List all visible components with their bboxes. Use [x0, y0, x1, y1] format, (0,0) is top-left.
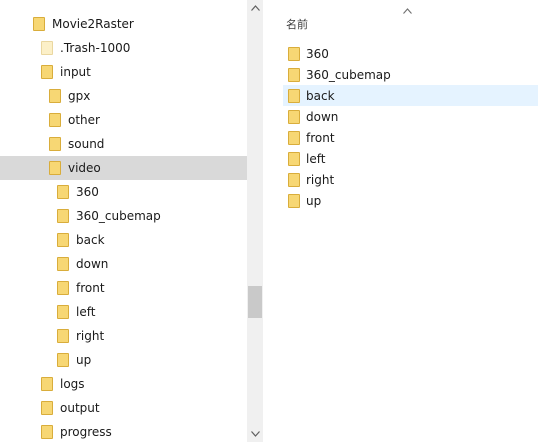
tree-item-label: .Trash-1000: [60, 41, 131, 55]
folder-icon: [41, 65, 53, 79]
tree-item-left[interactable]: left: [0, 300, 247, 324]
folder-icon: [288, 173, 300, 187]
tree-item-label: down: [76, 257, 109, 271]
list-item-label: front: [306, 131, 335, 145]
folder-icon: [288, 47, 300, 61]
folder-icon: [41, 377, 53, 391]
tree-item-label: 360: [76, 185, 99, 199]
list-item-label: down: [306, 110, 339, 124]
list-item-right[interactable]: right: [283, 169, 538, 190]
folder-icon: [288, 89, 300, 103]
tree-item-label: progress: [60, 425, 112, 439]
tree-item-output[interactable]: output: [0, 396, 247, 420]
folder-icon: [49, 89, 61, 103]
tree-item-label: right: [76, 329, 105, 343]
folder-icon: [41, 41, 53, 55]
tree-item-trash[interactable]: .Trash-1000: [0, 36, 247, 60]
tree-item-progress[interactable]: progress: [0, 420, 247, 442]
tree-item-back[interactable]: back: [0, 228, 247, 252]
tree-item-label: front: [76, 281, 105, 295]
tree-item-label: left: [76, 305, 96, 319]
folder-icon: [57, 257, 69, 271]
folder-icon: [57, 281, 69, 295]
tree-item-other[interactable]: other: [0, 108, 247, 132]
folder-icon: [57, 209, 69, 223]
list-item-label: right: [306, 173, 335, 187]
chevron-down-icon[interactable]: [247, 426, 263, 442]
tree-item-label: other: [68, 113, 100, 127]
folder-icon: [288, 68, 300, 82]
folder-icon: [288, 131, 300, 145]
scrollbar-thumb[interactable]: [248, 286, 262, 318]
list-item-360-cubemap[interactable]: 360_cubemap: [283, 64, 538, 85]
tree-item-sound[interactable]: sound: [0, 132, 247, 156]
folder-icon: [57, 305, 69, 319]
folder-icon: [288, 152, 300, 166]
folder-icon: [41, 401, 53, 415]
tree-item-label: up: [76, 353, 92, 367]
folder-icon: [57, 353, 69, 367]
tree-item-label: sound: [68, 137, 105, 151]
list-item-label: back: [306, 89, 335, 103]
tree-item-label: Movie2Raster: [52, 17, 134, 31]
chevron-up-icon[interactable]: [247, 0, 263, 16]
tree-item-right[interactable]: right: [0, 324, 247, 348]
tree-item-label: video: [68, 161, 101, 175]
column-header-name[interactable]: 名前: [286, 16, 308, 32]
list-item-front[interactable]: front: [283, 127, 538, 148]
list-item-label: 360: [306, 47, 329, 61]
tree-item-gpx[interactable]: gpx: [0, 84, 247, 108]
tree-item-label: 360_cubemap: [76, 209, 161, 223]
folder-icon: [57, 329, 69, 343]
tree-item-360-cubemap[interactable]: 360_cubemap: [0, 204, 247, 228]
navigation-tree: Movie2Raster .Trash-1000 input gpx other…: [0, 0, 247, 442]
tree-item-label: back: [76, 233, 105, 247]
tree-item-label: input: [60, 65, 91, 79]
tree-item-label: gpx: [68, 89, 91, 103]
folder-icon: [49, 137, 61, 151]
tree-item-logs[interactable]: logs: [0, 372, 247, 396]
folder-icon: [57, 233, 69, 247]
list-item-label: 360_cubemap: [306, 68, 391, 82]
folder-icon: [41, 425, 53, 439]
content-pane: 名前 360 360_cubemap back down front left …: [263, 0, 538, 442]
tree-item-down[interactable]: down: [0, 252, 247, 276]
list-item-label: left: [306, 152, 326, 166]
tree-scrollbar[interactable]: [247, 0, 263, 442]
chevron-up-icon: [403, 4, 412, 17]
folder-icon: [49, 113, 61, 127]
list-item-up[interactable]: up: [283, 190, 538, 211]
tree-item-movie2raster[interactable]: Movie2Raster: [0, 12, 247, 36]
tree-item-up[interactable]: up: [0, 348, 247, 372]
folder-icon: [288, 194, 300, 208]
folder-icon: [49, 161, 61, 175]
folder-icon: [288, 110, 300, 124]
tree-item-label: output: [60, 401, 100, 415]
list-item-360[interactable]: 360: [283, 43, 538, 64]
list-item-back[interactable]: back: [283, 85, 538, 106]
tree-item-video[interactable]: video: [0, 156, 247, 180]
list-item-left[interactable]: left: [283, 148, 538, 169]
list-item-label: up: [306, 194, 322, 208]
list-item-down[interactable]: down: [283, 106, 538, 127]
tree-item-360[interactable]: 360: [0, 180, 247, 204]
tree-item-label: logs: [60, 377, 85, 391]
tree-item-front[interactable]: front: [0, 276, 247, 300]
folder-icon: [33, 17, 45, 31]
tree-item-input[interactable]: input: [0, 60, 247, 84]
folder-icon: [57, 185, 69, 199]
